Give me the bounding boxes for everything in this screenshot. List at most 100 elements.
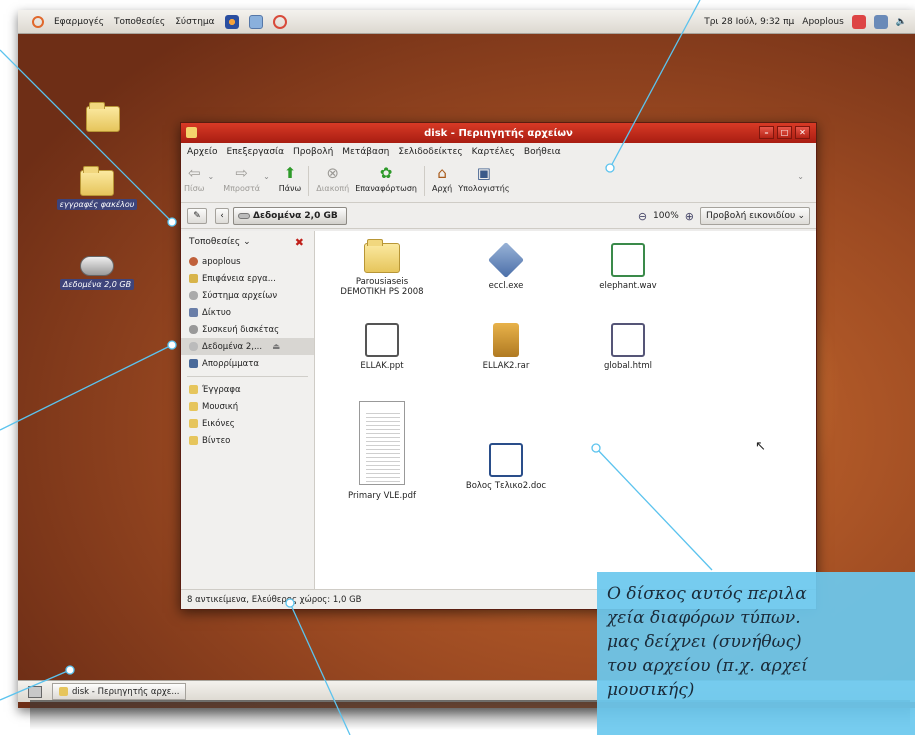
sidebar-header: Τοποθεσίες ⌄ ✖ bbox=[181, 231, 314, 253]
back-arrow-icon: ⇦ bbox=[187, 164, 201, 182]
menu-applications[interactable]: Εφαρμογές bbox=[54, 17, 104, 27]
forward-history-dropdown[interactable]: ⌄ bbox=[263, 172, 270, 181]
sidebar-places-select[interactable]: Τοποθεσίες ⌄ bbox=[189, 237, 251, 247]
menu-view[interactable]: Προβολή bbox=[293, 147, 333, 157]
file-icon-view: Parousiaseis DEMOTIKH PS 2008 eccl.exe e… bbox=[315, 231, 816, 591]
sidebar-close-icon[interactable]: ✖ bbox=[295, 236, 304, 249]
mouse-pointer-icon: ↖ bbox=[755, 439, 766, 454]
file-item[interactable]: Parousiaseis DEMOTIKH PS 2008 bbox=[327, 239, 437, 297]
menu-system[interactable]: Σύστημα bbox=[175, 17, 214, 27]
email-launcher-icon[interactable] bbox=[248, 14, 263, 29]
sidebar-item-trash[interactable]: Απορρίμματα bbox=[181, 355, 314, 372]
breadcrumb-drive-button[interactable]: Δεδομένα 2,0 GB bbox=[233, 206, 347, 225]
toolbar-separator bbox=[423, 166, 425, 196]
folder-icon bbox=[189, 385, 198, 394]
view-mode-select[interactable]: Προβολή εικονιδίου ⌄ bbox=[700, 207, 810, 225]
firefox-launcher-icon[interactable] bbox=[224, 14, 239, 29]
breadcrumb-label: Δεδομένα 2,0 GB bbox=[253, 210, 338, 221]
window-titlebar[interactable]: disk - Περιηγητής αρχείων – □ ✕ bbox=[181, 123, 816, 143]
zoom-in-icon[interactable]: ⊕ bbox=[685, 210, 694, 223]
back-button[interactable]: ⇦ Πίσω bbox=[181, 164, 208, 193]
forward-label: Μπροστά bbox=[223, 184, 261, 193]
sidebar-item-home[interactable]: apoplous bbox=[181, 253, 314, 270]
home-label: Αρχή bbox=[431, 184, 453, 193]
taskbar-window-button[interactable]: disk - Περιηγητής αρχε... bbox=[52, 683, 187, 700]
file-name: eccl.exe bbox=[488, 281, 524, 291]
sidebar-item-music[interactable]: Μουσική bbox=[181, 398, 314, 415]
sidebar-item-network[interactable]: Δίκτυο bbox=[181, 304, 314, 321]
menu-go[interactable]: Μετάβαση bbox=[342, 147, 389, 157]
folder-icon bbox=[364, 239, 400, 273]
sidebar-item-floppy[interactable]: Συσκευή δισκέτας bbox=[181, 321, 314, 338]
forward-button[interactable]: ⇨ Μπροστά bbox=[220, 164, 263, 193]
folder-icon bbox=[189, 419, 198, 428]
file-name: ELLAK.ppt bbox=[360, 361, 404, 371]
toolbar-overflow-arrow[interactable]: ⌄ bbox=[797, 172, 804, 181]
file-item[interactable]: Primary VLE.pdf bbox=[327, 401, 437, 501]
ubuntu-logo-icon[interactable] bbox=[32, 15, 44, 28]
file-item[interactable]: ELLAK.ppt bbox=[327, 323, 437, 371]
menu-places[interactable]: Τοποθεσίες bbox=[114, 17, 165, 27]
callout-box: Ο δίσκος αυτός περιλα χεία διαφόρων τύπω… bbox=[597, 572, 915, 735]
sidebar-item-desktop[interactable]: Επιφάνεια εργα... bbox=[181, 270, 314, 287]
eject-icon[interactable]: ⏏ bbox=[272, 342, 280, 352]
clock[interactable]: Τρι 28 Ιούλ, 9:32 πμ bbox=[704, 17, 794, 27]
menu-help[interactable]: Βοήθεια bbox=[524, 147, 561, 157]
location-toggle-button[interactable]: ✎ bbox=[187, 207, 207, 224]
desktop-icon bbox=[189, 274, 198, 283]
zoom-out-icon[interactable]: ⊖ bbox=[638, 210, 647, 223]
stop-label: Διακοπή bbox=[316, 184, 350, 193]
show-desktop-icon[interactable] bbox=[28, 685, 42, 698]
file-item[interactable]: ELLAK2.rar bbox=[451, 323, 561, 371]
file-name: elephant.wav bbox=[599, 281, 657, 291]
sidebar-item-videos[interactable]: Βίντεο bbox=[181, 432, 314, 449]
network-icon[interactable] bbox=[873, 15, 888, 29]
home-button[interactable]: ⌂ Αρχή bbox=[429, 164, 455, 193]
maximize-button[interactable]: □ bbox=[777, 126, 792, 139]
executable-icon bbox=[487, 241, 525, 279]
close-button[interactable]: ✕ bbox=[795, 126, 810, 139]
view-mode-value: Προβολή εικονιδίου bbox=[706, 211, 796, 221]
reload-label: Επαναφόρτωση bbox=[355, 184, 417, 193]
file-item[interactable]: elephant.wav bbox=[573, 243, 683, 291]
back-label: Πίσω bbox=[184, 184, 205, 193]
session-icon[interactable] bbox=[851, 15, 866, 29]
sidebar-item-documents[interactable]: Έγγραφα bbox=[181, 381, 314, 398]
computer-button[interactable]: ▣ Υπολογιστής bbox=[455, 164, 512, 193]
menu-bookmarks[interactable]: Σελιδοδείκτες bbox=[398, 147, 462, 157]
content-area: Τοποθεσίες ⌄ ✖ apoplous Επιφάνεια εργα..… bbox=[181, 231, 816, 591]
panel-username[interactable]: Apoplous bbox=[802, 17, 844, 27]
top-panel: Εφαρμογές Τοποθεσίες Σύστημα Τρι 28 Ιούλ… bbox=[18, 10, 915, 34]
desktop-drive-shortcut[interactable]: Δεδομένα 2,0 GB bbox=[52, 256, 142, 290]
file-item[interactable]: Βολος Τελικο2.doc bbox=[451, 443, 561, 491]
file-name: Parousiaseis bbox=[355, 277, 409, 287]
network-icon bbox=[189, 308, 198, 317]
sidebar-item-pictures[interactable]: Εικόνες bbox=[181, 415, 314, 432]
file-name: Primary VLE.pdf bbox=[348, 491, 416, 501]
file-item[interactable]: global.html bbox=[573, 323, 683, 371]
menu-file[interactable]: Αρχείο bbox=[187, 147, 218, 157]
up-arrow-icon: ⬆ bbox=[283, 164, 297, 182]
reload-button[interactable]: ✿ Επαναφόρτωση bbox=[352, 164, 420, 193]
breadcrumb-back-button[interactable]: ‹ bbox=[215, 207, 229, 224]
back-history-dropdown[interactable]: ⌄ bbox=[208, 172, 215, 181]
drive-icon bbox=[189, 342, 198, 351]
volume-icon[interactable]: 🔈 bbox=[896, 17, 907, 27]
menu-edit[interactable]: Επεξεργασία bbox=[227, 147, 285, 157]
folder-icon bbox=[189, 402, 198, 411]
sidebar-separator bbox=[187, 376, 308, 377]
desktop-folder-shortcut[interactable]: εγγραφές φακέλου bbox=[52, 166, 142, 210]
minimize-button[interactable]: – bbox=[759, 126, 774, 139]
help-launcher-icon[interactable] bbox=[272, 14, 287, 29]
menu-tabs[interactable]: Καρτέλες bbox=[472, 147, 515, 157]
file-browser-window: disk - Περιηγητής αρχείων – □ ✕ Αρχείο Ε… bbox=[180, 122, 817, 610]
desktop-drive-label: Δεδομένα 2,0 GB bbox=[59, 279, 135, 290]
file-item[interactable]: eccl.exe bbox=[451, 241, 561, 291]
toolbar: ⇦ Πίσω ⌄ ⇨ Μπροστά ⌄ ⬆ Πάνω ⊗ Διακοπή ✿ … bbox=[181, 161, 816, 203]
sidebar-item-filesystem[interactable]: Σύστημα αρχείων bbox=[181, 287, 314, 304]
up-button[interactable]: ⬆ Πάνω bbox=[276, 164, 304, 193]
toolbar-separator bbox=[308, 166, 310, 196]
sidebar-item-data-drive[interactable]: Δεδομένα 2,... ⏏ bbox=[181, 338, 314, 355]
desktop-folder-icon-top[interactable] bbox=[58, 102, 148, 136]
stop-button[interactable]: ⊗ Διακοπή bbox=[313, 164, 352, 193]
